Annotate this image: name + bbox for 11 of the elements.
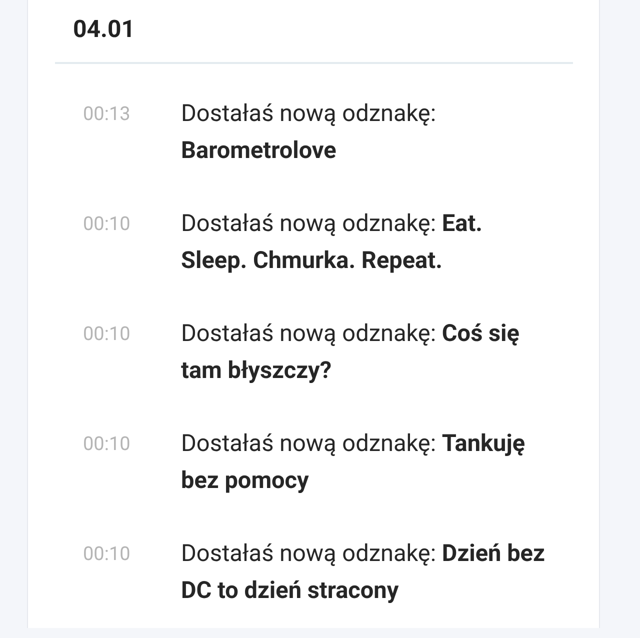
notification-text: Dostałaś nową odznakę: Coś się tam błyszczy?: [181, 318, 520, 386]
notification-text: Dostałaś nową odznakę: Dzień bez DC to dzień stracony: [181, 538, 546, 606]
notification-time: 00:10: [82, 431, 132, 457]
notification-time: 00:10: [82, 321, 132, 347]
notification-text: Dostałaś nową odznakę: Tankuję bez pomocy: [181, 428, 526, 496]
notification-text: Dostałaś nową odznakę: Eat. Sleep. Chmurka. Repeat.: [181, 208, 484, 276]
notification-text: Dostałaś nową odznakę: Barometrolove: [181, 98, 438, 166]
date-heading: 04.01: [73, 15, 136, 43]
notification-time: 00:10: [82, 541, 132, 567]
notification-time: 00:13: [82, 101, 132, 127]
notification-time: 00:10: [82, 211, 132, 237]
